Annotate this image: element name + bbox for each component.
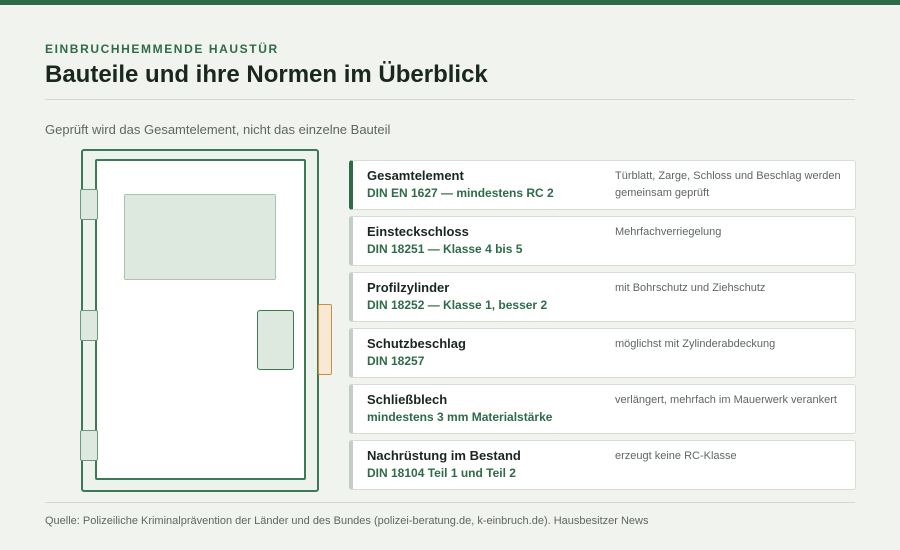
divider-top xyxy=(45,99,855,100)
component-note: mit Bohrschutz und Ziehschutz xyxy=(615,282,766,294)
component-name: Schließblech xyxy=(367,392,448,407)
component-norm: DIN 18252 — Klasse 1, besser 2 xyxy=(367,298,548,312)
component-note: möglichst mit Zylinderabdeckung xyxy=(615,338,776,350)
door-hinge-middle xyxy=(80,310,98,341)
page-subtitle: Geprüft wird das Gesamtelement, nicht da… xyxy=(45,122,391,137)
component-name: Profilzylinder xyxy=(367,280,450,295)
component-card-schliessblech: Schließblech mindestens 3 mm Materialstä… xyxy=(349,384,856,434)
component-card-nachruestung: Nachrüstung im Bestand DIN 18104 Teil 1 … xyxy=(349,440,856,490)
door-hinge-bottom xyxy=(80,430,98,461)
component-note: erzeugt keine RC-Klasse xyxy=(615,450,737,462)
component-note: Türblatt, Zarge, Schloss und Beschlag we… xyxy=(615,170,841,199)
divider-bottom xyxy=(45,502,855,503)
door-window xyxy=(124,194,276,280)
door-protective-fitting xyxy=(257,310,294,370)
component-card-schutzbeschlag: Schutzbeschlag DIN 18257 möglichst mit Z… xyxy=(349,328,856,378)
component-name: Schutzbeschlag xyxy=(367,336,466,351)
door-hinge-top xyxy=(80,189,98,220)
component-note: Mehrfachverriegelung xyxy=(615,226,722,238)
component-norm: DIN 18257 xyxy=(367,354,425,368)
door-strike-plate xyxy=(318,304,332,375)
component-card-einsteckschloss: Einsteckschloss DIN 18251 — Klasse 4 bis… xyxy=(349,216,856,266)
component-card-gesamtelement: Gesamtelement DIN EN 1627 — mindestens R… xyxy=(349,160,856,210)
component-norm: DIN EN 1627 — mindestens RC 2 xyxy=(367,186,554,200)
page-title: Bauteile und ihre Normen im Überblick xyxy=(45,61,488,88)
top-accent-bar xyxy=(0,0,900,5)
component-name: Nachrüstung im Bestand xyxy=(367,448,521,463)
component-norm: mindestens 3 mm Materialstärke xyxy=(367,410,553,424)
component-note: verlängert, mehrfach im Mauerwerk verank… xyxy=(615,394,837,406)
component-norm: DIN 18251 — Klasse 4 bis 5 xyxy=(367,242,523,256)
component-norm: DIN 18104 Teil 1 und Teil 2 xyxy=(367,466,516,480)
source-note: Quelle: Polizeiliche Kriminalprävention … xyxy=(45,515,649,527)
component-name: Einsteckschloss xyxy=(367,224,469,239)
component-name: Gesamtelement xyxy=(367,168,464,183)
kicker: EINBRUCHHEMMENDE HAUSTÜR xyxy=(45,42,279,56)
component-card-profilzylinder: Profilzylinder DIN 18252 — Klasse 1, bes… xyxy=(349,272,856,322)
